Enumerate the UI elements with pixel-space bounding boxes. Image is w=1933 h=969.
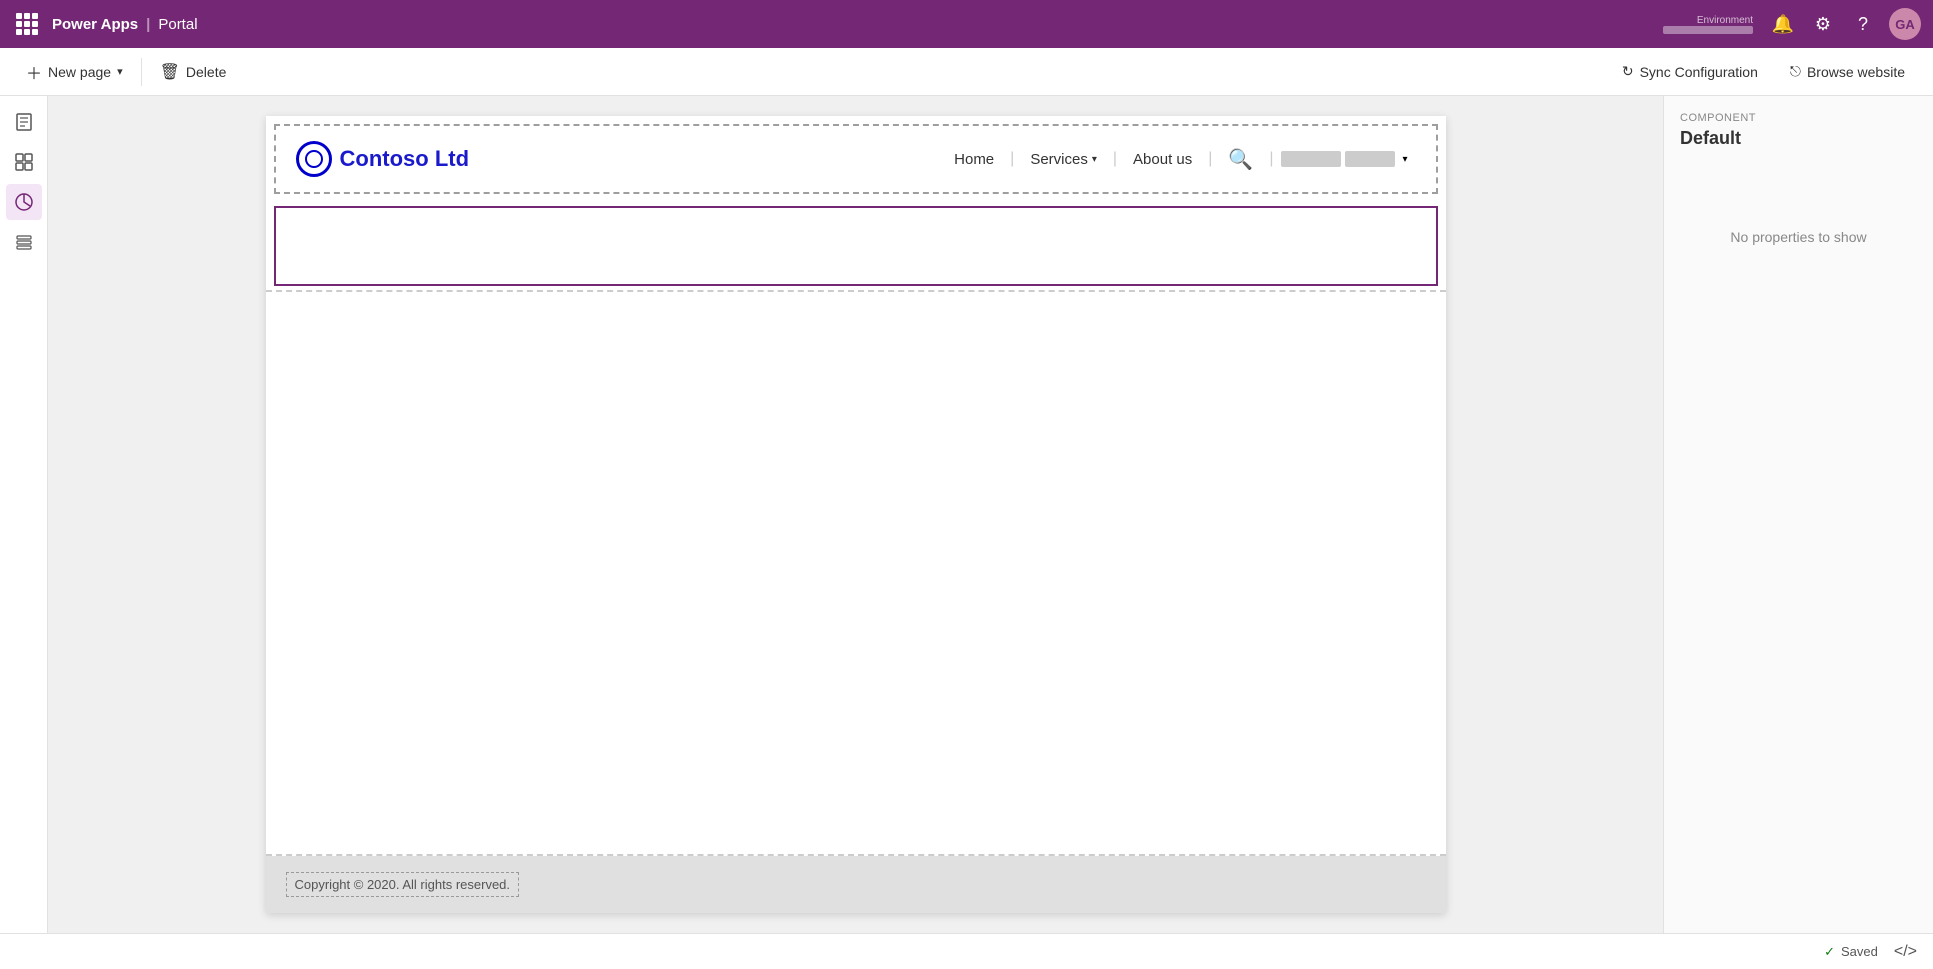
portal-header[interactable]: Contoso Ltd Home | Services ▾ | About us… <box>274 124 1438 194</box>
app-brand: Power Apps | Portal <box>52 16 198 33</box>
brand-separator: | <box>146 16 150 33</box>
nav-item-services[interactable]: Services ▾ <box>1014 151 1113 168</box>
browse-website-label: Browse website <box>1807 64 1905 80</box>
code-view-icon[interactable]: </> <box>1894 943 1917 961</box>
portal-nav: Home | Services ▾ | About us | 🔍 | ▾ <box>938 147 1415 172</box>
plus-icon: ＋ <box>26 60 42 84</box>
portal-footer[interactable]: Copyright © 2020. All rights reserved. <box>266 856 1446 913</box>
copyright-text: Copyright © 2020. All rights reserved. <box>295 877 511 892</box>
environment-label: Environment <box>1697 15 1753 26</box>
nav-item-home[interactable]: Home <box>938 151 1010 168</box>
main-area: Contoso Ltd Home | Services ▾ | About us… <box>0 96 1933 933</box>
new-page-button[interactable]: ＋ New page ▾ <box>16 54 133 90</box>
new-page-chevron-icon: ▾ <box>117 65 123 78</box>
toolbar-divider <box>141 58 142 86</box>
services-chevron-icon: ▾ <box>1092 154 1097 165</box>
user-avatar[interactable]: GA <box>1889 8 1921 40</box>
logo-circle <box>296 141 332 177</box>
component-name: Default <box>1680 128 1917 149</box>
user-name-placeholder <box>1281 151 1341 167</box>
sidebar-item-pages[interactable] <box>6 104 42 140</box>
content-area[interactable] <box>266 290 1446 856</box>
saved-label: Saved <box>1841 944 1878 959</box>
user-role-placeholder <box>1345 151 1395 167</box>
canvas-area[interactable]: Contoso Ltd Home | Services ▾ | About us… <box>48 96 1663 933</box>
selected-section[interactable] <box>274 206 1438 286</box>
saved-status: ✓ Saved <box>1824 944 1878 960</box>
sidebar-item-themes[interactable] <box>6 184 42 220</box>
sidebar-item-data[interactable] <box>6 224 42 260</box>
waffle-menu[interactable] <box>12 9 42 39</box>
nav-item-about[interactable]: About us <box>1117 151 1208 168</box>
delete-label: Delete <box>186 64 226 80</box>
sync-config-button[interactable]: ↻ Sync Configuration <box>1610 57 1770 86</box>
external-link-icon: ⎋ <box>1790 63 1801 80</box>
toolbar-right: ↻ Sync Configuration ⎋ Browse website <box>1610 57 1917 86</box>
delete-icon: 🗑 <box>160 62 180 82</box>
component-label: Component <box>1680 112 1917 124</box>
settings-icon[interactable]: ⚙ <box>1805 6 1841 42</box>
no-properties-text: No properties to show <box>1680 229 1917 245</box>
user-dropdown-chevron-icon: ▾ <box>1402 154 1407 165</box>
logo-text: Contoso Ltd <box>340 146 470 172</box>
search-icon[interactable]: 🔍 <box>1212 147 1269 172</box>
services-label: Services <box>1030 151 1088 168</box>
topbar: Power Apps | Portal Environment 🔔 ⚙ ? GA <box>0 0 1933 48</box>
delete-button[interactable]: 🗑 Delete <box>150 56 237 88</box>
nav-user-area[interactable]: ▾ <box>1273 151 1415 167</box>
portal-logo[interactable]: Contoso Ltd <box>296 141 470 177</box>
browse-website-button[interactable]: ⎋ Browse website <box>1778 57 1917 86</box>
environment-value <box>1663 26 1753 34</box>
sync-config-label: Sync Configuration <box>1640 64 1758 80</box>
app-name: Power Apps <box>52 16 138 33</box>
sidebar-item-components[interactable] <box>6 144 42 180</box>
page-canvas: Contoso Ltd Home | Services ▾ | About us… <box>266 116 1446 913</box>
check-icon: ✓ <box>1824 944 1835 960</box>
right-panel: Component Default No properties to show <box>1663 96 1933 933</box>
left-sidebar <box>0 96 48 933</box>
footer-copyright: Copyright © 2020. All rights reserved. <box>286 872 520 897</box>
help-icon[interactable]: ? <box>1845 6 1881 42</box>
topbar-right: Environment 🔔 ⚙ ? GA <box>1663 6 1921 42</box>
sync-icon: ↻ <box>1622 63 1634 80</box>
environment-selector[interactable]: Environment <box>1663 15 1753 34</box>
status-bar: ✓ Saved </> <box>0 933 1933 969</box>
portal-name: Portal <box>158 16 197 33</box>
logo-circle-inner <box>305 150 323 168</box>
notification-icon[interactable]: 🔔 <box>1765 6 1801 42</box>
new-page-label: New page <box>48 64 111 80</box>
toolbar: ＋ New page ▾ 🗑 Delete ↻ Sync Configurati… <box>0 48 1933 96</box>
